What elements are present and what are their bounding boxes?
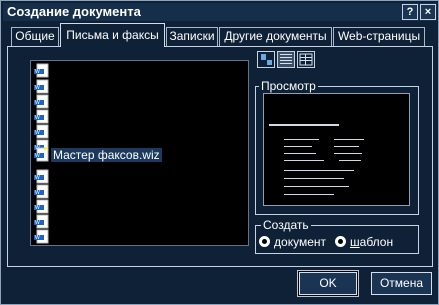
large-icons-icon — [261, 54, 272, 65]
cancel-button[interactable]: Отмена — [371, 272, 432, 295]
list-item[interactable]: W — [34, 124, 194, 140]
details-icon — [299, 53, 313, 66]
svg-text:W: W — [35, 190, 40, 196]
word-document-icon: W — [34, 109, 49, 124]
svg-text:W: W — [35, 130, 40, 136]
title-bar: Создание документа ? × — [3, 3, 437, 21]
word-document-icon: W — [34, 229, 49, 244]
svg-text:W: W — [35, 175, 40, 181]
help-button[interactable]: ? — [402, 4, 418, 20]
list-item[interactable]: W — [34, 169, 194, 185]
large-icons-view-button[interactable] — [257, 51, 275, 68]
word-document-icon: W — [34, 79, 49, 94]
list-item[interactable]: W — [34, 63, 194, 79]
tab-general[interactable]: Общие — [11, 27, 59, 46]
radio-template-label: шаблон — [350, 235, 394, 249]
create-label: Создать — [261, 218, 311, 232]
list-item[interactable]: W — [34, 214, 194, 230]
word-document-icon: W — [34, 199, 49, 214]
radio-document-label: документ — [274, 235, 326, 249]
list-item-fax-wizard[interactable]: W Мастер факсов.wiz — [34, 147, 194, 163]
word-document-icon: W — [34, 184, 49, 199]
radio-dot — [335, 236, 346, 247]
new-document-dialog: Создание документа ? × Общие Письма и фа… — [0, 0, 439, 305]
word-document-icon: W — [34, 63, 49, 78]
list-item[interactable]: W — [34, 94, 194, 110]
word-document-icon: W — [34, 124, 49, 139]
wizard-document-icon: W — [34, 147, 49, 162]
word-document-icon: W — [34, 214, 49, 229]
list-item[interactable]: W — [34, 199, 194, 215]
details-view-button[interactable] — [297, 51, 315, 68]
ok-button[interactable]: OK — [299, 272, 357, 295]
svg-text:W: W — [35, 220, 40, 226]
tab-memos[interactable]: Записки — [166, 27, 218, 46]
word-document-icon: W — [34, 94, 49, 109]
tab-other-documents[interactable]: Другие документы — [219, 27, 332, 46]
svg-text:W: W — [35, 153, 40, 159]
preview-image — [263, 93, 410, 206]
svg-text:W: W — [35, 205, 40, 211]
list-item[interactable]: W — [34, 109, 194, 125]
word-document-icon: W — [34, 169, 49, 184]
svg-text:W: W — [35, 235, 40, 241]
tab-web-pages[interactable]: Web-страницы — [333, 27, 425, 46]
list-icon — [280, 54, 292, 64]
preview-label: Просмотр — [259, 79, 318, 93]
svg-text:W: W — [35, 115, 40, 121]
list-view-button[interactable] — [277, 51, 295, 68]
dialog-title: Создание документа — [7, 4, 141, 19]
fax-document-thumbnail — [269, 124, 364, 195]
svg-text:W: W — [35, 69, 40, 75]
list-item[interactable]: W — [34, 229, 194, 245]
close-button[interactable]: × — [420, 4, 436, 20]
svg-text:W: W — [35, 100, 40, 106]
list-item[interactable]: W — [34, 79, 194, 95]
template-list[interactable]: W W W W W W WМастер факсов.wiz W W W W W — [30, 60, 249, 246]
tab-letters-and-faxes[interactable]: Письма и факсы — [60, 23, 165, 47]
radio-dot — [259, 236, 270, 247]
svg-text:W: W — [35, 85, 40, 91]
list-item[interactable]: W — [34, 184, 194, 200]
